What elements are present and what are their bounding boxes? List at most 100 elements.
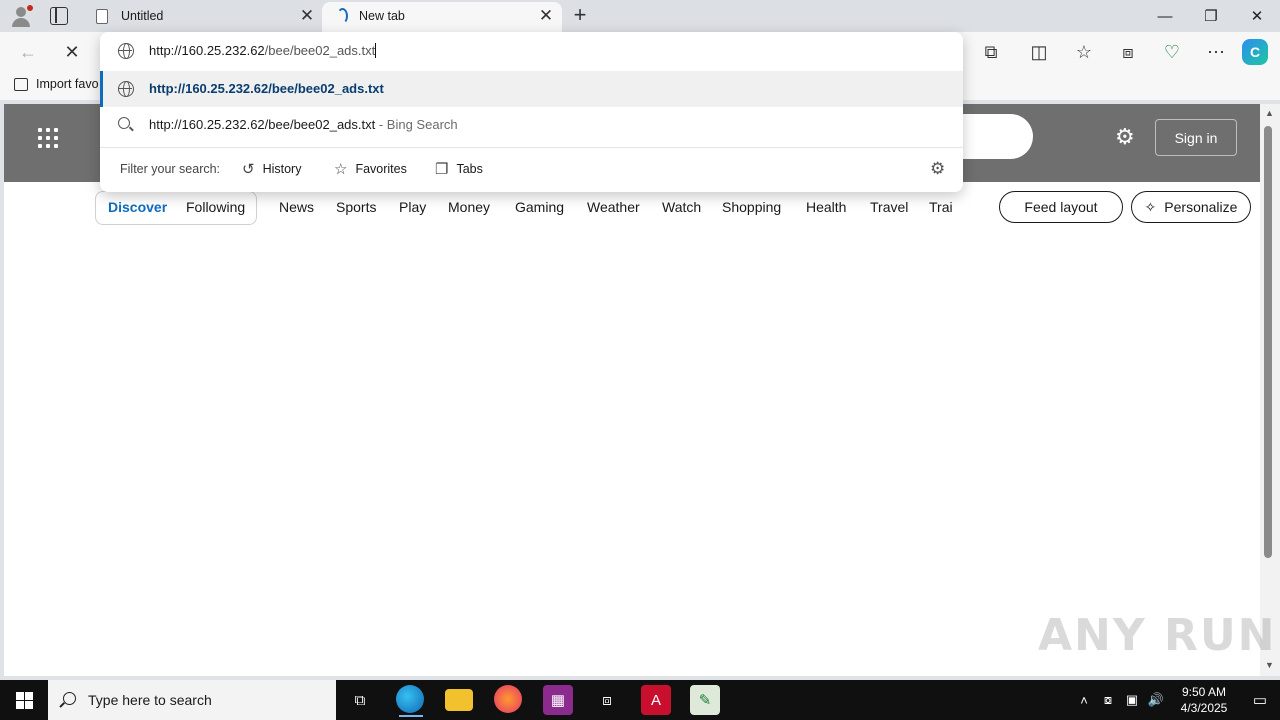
winrar-icon[interactable]: ▦ — [543, 685, 573, 715]
history-icon: ↺ — [242, 161, 255, 178]
address-bar-dropdown: http://160.25.232.62/bee/bee02_ads.txt h… — [100, 32, 963, 192]
file-explorer-icon[interactable] — [445, 689, 473, 711]
clock[interactable]: 9:50 AM 4/3/2025 — [1168, 684, 1240, 716]
nav-play[interactable]: Play — [399, 199, 426, 215]
close-tab-icon[interactable]: ✕ — [298, 7, 316, 25]
scroll-thumb[interactable] — [1264, 126, 1272, 558]
personalize-label: Personalize — [1164, 199, 1238, 215]
tab-untitled[interactable]: Untitled ✕ — [84, 2, 320, 32]
favorites-icon[interactable]: ☆ — [1068, 36, 1100, 68]
address-text[interactable]: http://160.25.232.62/bee/bee02_ads.txt — [149, 43, 377, 58]
nav-discover[interactable]: Discover — [108, 199, 167, 215]
tab-strip: Untitled ✕ New tab ✕ + — ❐ ✕ — [0, 0, 1280, 32]
new-tab-button[interactable]: + — [568, 4, 592, 28]
personalize-button[interactable]: ✧ Personalize — [1131, 191, 1251, 223]
filter-history-label: History — [262, 162, 302, 176]
apps-grid-icon[interactable] — [38, 128, 58, 148]
suggestion-url-text: http://160.25.232.62/bee/bee02_ads.txt — [149, 81, 384, 96]
filter-label: Filter your search: — [120, 162, 221, 176]
tab-label: New tab — [359, 9, 405, 23]
address-input[interactable]: http://160.25.232.62/bee/bee02_ads.txt — [100, 32, 963, 70]
filter-favorites[interactable]: ☆ Favorites — [334, 160, 407, 178]
suggestion-url[interactable]: http://160.25.232.62/bee/bee02_ads.txt — [100, 71, 963, 107]
edge-loading-icon — [334, 8, 348, 24]
nav-shopping[interactable]: Shopping — [722, 199, 781, 215]
stop-loading-button[interactable]: ✕ — [56, 36, 88, 68]
window-switcher-icon[interactable]: ⧈ — [592, 685, 622, 715]
page-settings-icon[interactable]: ⚙ — [1115, 124, 1135, 150]
nav-health[interactable]: Health — [806, 199, 846, 215]
import-favorites-button[interactable]: Import favo — [14, 77, 99, 91]
task-view-icon[interactable]: ⧉ — [345, 685, 375, 715]
back-button[interactable]: ← — [12, 36, 44, 68]
copilot-icon[interactable]: C — [1242, 39, 1268, 65]
text-caret — [375, 43, 377, 58]
start-button[interactable] — [0, 680, 48, 720]
url-host: http://160.25.232.62 — [149, 43, 265, 58]
scroll-down-icon[interactable]: ▼ — [1265, 660, 1274, 670]
split-screen-icon[interactable]: ◫ — [1023, 36, 1055, 68]
extensions-icon[interactable]: ⧉ — [975, 36, 1007, 68]
taskbar-search[interactable]: Type here to search — [48, 680, 336, 720]
volume-icon[interactable]: 🔊 — [1144, 692, 1168, 708]
feed-layout-button[interactable]: Feed layout — [999, 191, 1123, 223]
minimize-button[interactable]: — — [1142, 0, 1188, 32]
nav-following[interactable]: Following — [186, 199, 245, 215]
nav-weather[interactable]: Weather — [587, 199, 640, 215]
filter-tabs-label: Tabs — [456, 162, 483, 176]
search-icon — [63, 692, 76, 705]
nav-gaming[interactable]: Gaming — [515, 199, 564, 215]
meet-now-icon[interactable]: ⧇ — [1096, 692, 1120, 708]
bing-search-suffix: - Bing Search — [375, 117, 458, 132]
collections-icon[interactable]: ⧈ — [1112, 36, 1144, 68]
tab-new-tab[interactable]: New tab ✕ — [322, 2, 562, 32]
window-controls: — ❐ ✕ — [1142, 0, 1280, 32]
profile-avatar-icon[interactable] — [8, 4, 34, 28]
filter-history[interactable]: ↺ History — [242, 160, 301, 178]
filter-bar: Filter your search: ↺ History ☆ Favorite… — [100, 148, 963, 192]
filter-favorites-label: Favorites — [355, 162, 407, 176]
network-icon[interactable]: ▣ — [1120, 692, 1144, 708]
edge-taskbar-icon[interactable] — [396, 685, 424, 717]
clock-date: 4/3/2025 — [1180, 701, 1228, 715]
globe-icon — [118, 81, 134, 97]
tab-actions-icon[interactable] — [50, 7, 68, 25]
url-path: /bee/bee02_ads.txt — [264, 43, 376, 58]
scroll-up-icon[interactable]: ▲ — [1265, 108, 1274, 118]
close-tab-icon[interactable]: ✕ — [537, 7, 555, 25]
system-tray: ˄ ⧇ ▣ 🔊 9:50 AM 4/3/2025 ▭ — [1072, 680, 1280, 720]
vertical-scrollbar[interactable]: ▲ ▼ — [1260, 104, 1280, 676]
notepad-icon[interactable]: ✎ — [690, 685, 720, 715]
search-settings-icon[interactable]: ⚙ — [930, 159, 945, 179]
taskbar: Type here to search ⧉ ▦ ⧈ A ✎ ˄ ⧇ ▣ 🔊 9:… — [0, 680, 1280, 720]
notifications-icon[interactable]: ▭ — [1240, 691, 1280, 709]
sign-in-button[interactable]: Sign in — [1155, 119, 1237, 156]
maximize-button[interactable]: ❐ — [1188, 0, 1234, 32]
firefox-icon[interactable] — [494, 685, 522, 713]
import-icon — [14, 77, 28, 91]
nav-sports[interactable]: Sports — [336, 199, 376, 215]
nav-traffic[interactable]: Trai — [929, 199, 953, 215]
nav-money[interactable]: Money — [448, 199, 490, 215]
globe-icon — [118, 43, 134, 59]
feed-layout-label: Feed layout — [1024, 199, 1098, 215]
search-query: http://160.25.232.62/bee/bee02_ads.txt — [149, 117, 376, 132]
taskbar-search-placeholder: Type here to search — [88, 692, 212, 708]
filter-tabs[interactable]: ❐ Tabs — [435, 160, 483, 178]
tabs-icon: ❐ — [435, 161, 449, 178]
sparkle-icon: ✧ — [1144, 198, 1157, 215]
nav-watch[interactable]: Watch — [662, 199, 701, 215]
more-options-icon[interactable]: ⋯ — [1200, 36, 1232, 68]
search-icon — [118, 117, 130, 129]
clock-time: 9:50 AM — [1181, 685, 1227, 699]
import-favorites-label: Import favo — [36, 77, 99, 91]
nav-news[interactable]: News — [279, 199, 314, 215]
tab-label: Untitled — [121, 9, 164, 23]
chevron-up-icon[interactable]: ˄ — [1072, 693, 1096, 708]
close-window-button[interactable]: ✕ — [1234, 0, 1280, 32]
suggestion-search-text: http://160.25.232.62/bee/bee02_ads.txt -… — [149, 117, 458, 132]
acrobat-icon[interactable]: A — [641, 685, 671, 715]
suggestion-bing-search[interactable]: http://160.25.232.62/bee/bee02_ads.txt -… — [100, 107, 963, 143]
nav-travel[interactable]: Travel — [870, 199, 908, 215]
browser-essentials-icon[interactable]: ♡ — [1156, 36, 1188, 68]
